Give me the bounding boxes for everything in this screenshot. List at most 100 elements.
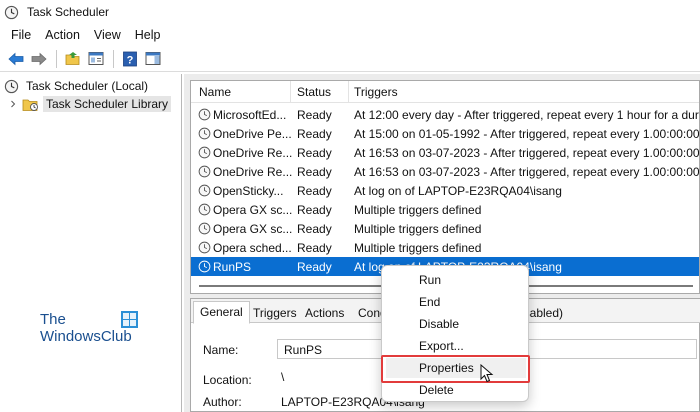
task-trigger: At 16:53 on 03-07-2023 - After triggered…	[354, 165, 700, 179]
back-arrow-icon	[8, 52, 24, 65]
clock-icon	[4, 5, 19, 19]
mouse-cursor-icon	[480, 364, 494, 383]
location-label: Location:	[203, 373, 252, 387]
task-name: Opera sched...	[213, 241, 292, 255]
show-hide-panel-icon	[145, 52, 161, 65]
tab-triggers[interactable]: Triggers	[247, 303, 303, 323]
table-row[interactable]: Opera GX sc... Ready Multiple triggers def…	[191, 200, 699, 219]
table-row[interactable]: OpenSticky... Ready At log on of LAPTOP-E2…	[191, 181, 699, 200]
properties-highlight-box	[381, 355, 530, 383]
menu-help[interactable]: Help	[128, 28, 168, 42]
task-status: Ready	[297, 203, 332, 217]
context-menu-disable[interactable]: Disable	[386, 314, 526, 334]
tab-actions[interactable]: Actions	[299, 303, 350, 323]
task-status: Ready	[297, 260, 332, 274]
help-icon: ?	[123, 51, 137, 66]
task-status: Ready	[297, 108, 332, 122]
tree-item-library[interactable]: Task Scheduler Library	[8, 95, 172, 113]
task-trigger: Multiple triggers defined	[354, 241, 482, 255]
task-status: Ready	[297, 127, 332, 141]
task-status: Ready	[297, 184, 332, 198]
watermark-line1: The	[40, 311, 66, 328]
toolbar-separator	[113, 49, 114, 68]
tree-item-library-label: Task Scheduler Library	[43, 96, 172, 112]
task-name: RunPS	[213, 260, 252, 274]
task-clock-icon	[198, 165, 211, 178]
task-trigger: Multiple triggers defined	[354, 203, 482, 217]
tree-item-root[interactable]: Task Scheduler (Local)	[4, 77, 151, 95]
task-name: OneDrive Re...	[213, 146, 293, 160]
task-name: MicrosoftEd...	[213, 108, 287, 122]
watermark: The WindowsClub	[40, 311, 150, 351]
properties-icon	[88, 52, 104, 65]
navigation-tree: Task Scheduler (Local) Task Scheduler Li…	[0, 74, 182, 412]
task-name: OpenSticky...	[213, 184, 284, 198]
table-row[interactable]: Opera sched... Ready Multiple triggers def…	[191, 238, 699, 257]
back-button[interactable]	[6, 49, 26, 69]
help-button[interactable]: ?	[120, 49, 140, 69]
context-menu-export[interactable]: Export...	[386, 336, 526, 356]
context-menu-delete[interactable]: Delete	[386, 380, 526, 400]
tab-general[interactable]: General	[193, 301, 250, 324]
task-clock-icon	[198, 241, 211, 254]
task-trigger: At log on of LAPTOP-E23RQA04\isang	[354, 184, 562, 198]
task-status: Ready	[297, 165, 332, 179]
table-row[interactable]: OneDrive Re... Ready At 16:53 on 03-07-202…	[191, 162, 700, 181]
title-bar: Task Scheduler	[0, 0, 700, 24]
context-menu-end[interactable]: End	[386, 292, 526, 312]
task-status: Ready	[297, 146, 332, 160]
properties-button[interactable]	[86, 49, 106, 69]
table-row[interactable]: MicrosoftEd... Ready At 12:00 every day - …	[191, 105, 700, 124]
chevron-right-icon[interactable]	[8, 99, 18, 109]
task-name: Opera GX sc...	[213, 222, 293, 236]
clock-icon	[4, 79, 19, 93]
toolbar-separator	[56, 49, 57, 68]
folder-clock-icon	[22, 99, 38, 111]
open-folder-icon	[65, 52, 80, 65]
window-title: Task Scheduler	[27, 5, 110, 19]
task-clock-icon	[198, 203, 211, 216]
name-label: Name:	[203, 343, 239, 357]
forward-arrow-icon	[31, 52, 47, 65]
watermark-line2: WindowsClub	[40, 328, 132, 345]
table-row[interactable]: OneDrive Re... Ready At 16:53 on 03-07-202…	[191, 143, 700, 162]
task-clock-icon	[198, 108, 211, 121]
toolbar: ?	[0, 46, 700, 72]
column-header-triggers[interactable]: Triggers	[354, 85, 398, 99]
menu-action[interactable]: Action	[38, 28, 87, 42]
task-name: OneDrive Pe...	[213, 127, 292, 141]
menu-view[interactable]: View	[87, 28, 128, 42]
open-folder-button[interactable]	[63, 49, 83, 69]
location-value: \	[281, 370, 285, 384]
task-clock-icon	[198, 127, 211, 140]
task-status: Ready	[297, 222, 332, 236]
task-name: OneDrive Re...	[213, 165, 293, 179]
author-label: Author:	[203, 395, 242, 409]
menu-bar: File Action View Help	[0, 24, 700, 46]
task-trigger: Multiple triggers defined	[354, 222, 482, 236]
svg-text:?: ?	[127, 54, 134, 66]
show-hide-panel-button[interactable]	[143, 49, 163, 69]
column-header-status[interactable]: Status	[297, 85, 331, 99]
task-clock-icon	[198, 184, 211, 197]
task-clock-icon	[198, 222, 211, 235]
task-trigger: At 12:00 every day - After triggered, re…	[354, 108, 700, 122]
table-row[interactable]: OneDrive Pe... Ready At 15:00 on 01-05-199…	[191, 124, 700, 143]
column-header-name[interactable]: Name	[199, 85, 231, 99]
task-status: Ready	[297, 241, 332, 255]
column-divider[interactable]	[290, 81, 291, 103]
forward-button[interactable]	[29, 49, 49, 69]
task-name: Opera GX sc...	[213, 203, 293, 217]
task-clock-icon	[198, 146, 211, 159]
menu-file[interactable]: File	[4, 28, 38, 42]
column-divider[interactable]	[348, 81, 349, 103]
windows-logo-icon	[121, 311, 138, 328]
task-trigger: At 15:00 on 01-05-1992 - After triggered…	[354, 127, 700, 141]
task-trigger: At 16:53 on 03-07-2023 - After triggered…	[354, 146, 700, 160]
table-row[interactable]: Opera GX sc... Ready Multiple triggers def…	[191, 219, 699, 238]
task-list: Name Status Triggers MicrosoftEd... Ready…	[190, 80, 700, 294]
task-clock-icon	[198, 260, 211, 273]
task-list-header: Name Status Triggers	[191, 81, 699, 103]
context-menu-run[interactable]: Run	[386, 270, 526, 290]
tree-item-root-label: Task Scheduler (Local)	[26, 79, 149, 93]
